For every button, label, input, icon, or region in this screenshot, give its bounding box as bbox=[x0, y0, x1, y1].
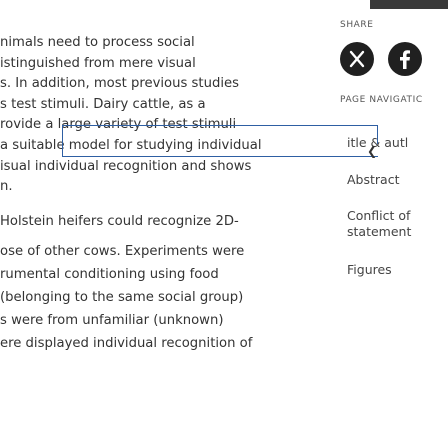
article-line-4: s test stimuli. Dairy cattle, as a bbox=[0, 97, 206, 112]
article-line-2: istinguished from mere visual bbox=[0, 56, 196, 71]
header-bar-fragment bbox=[370, 0, 448, 9]
article-line-8: n. bbox=[0, 179, 13, 194]
article-line-11: rumental conditioning using food bbox=[0, 267, 219, 282]
article-line-9: Holstein heifers could recognize 2D- bbox=[0, 214, 239, 229]
x-twitter-icon[interactable] bbox=[340, 42, 374, 76]
nav-item-conflict-statement[interactable]: Conflict of statement bbox=[347, 208, 431, 240]
article-line-12: (belonging to the same social group) bbox=[0, 290, 244, 305]
article-line-14: ere displayed individual recognition of bbox=[0, 336, 253, 351]
facebook-icon[interactable] bbox=[388, 42, 422, 76]
article-line-10: ose of other cows. Experiments were bbox=[0, 244, 245, 259]
article-line-13: s were from unfamiliar (unknown) bbox=[0, 313, 224, 328]
nav-item-abstract[interactable]: Abstract bbox=[347, 172, 447, 188]
share-label: SHARE bbox=[340, 20, 374, 30]
selection-box-right bbox=[377, 125, 378, 144]
article-line-1: nimals need to process social bbox=[0, 35, 195, 50]
article-line-3: s. In addition, most previous studies bbox=[0, 76, 239, 91]
page-navigation-label: PAGE NAVIGATIC bbox=[340, 95, 423, 105]
selection-box bbox=[62, 125, 378, 157]
nav-item-figures[interactable]: Figures bbox=[347, 262, 447, 278]
chevron-left-icon[interactable]: ❮ bbox=[367, 145, 377, 157]
article-line-7: isual individual recognition and shows bbox=[0, 159, 252, 174]
